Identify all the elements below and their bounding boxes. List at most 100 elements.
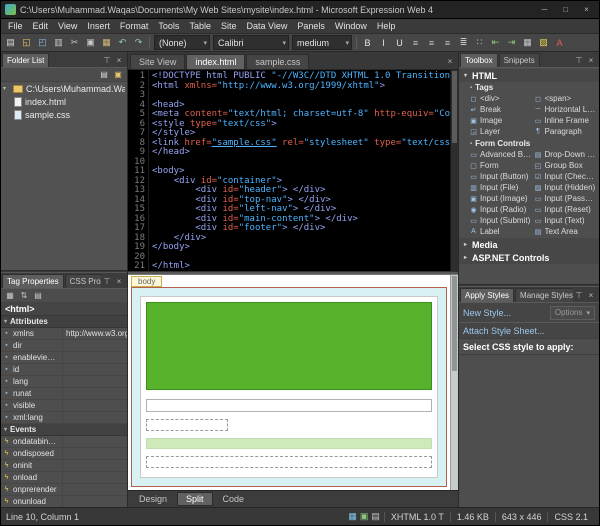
save-icon[interactable]: ◰ (35, 35, 50, 50)
design-left-nav-box[interactable] (146, 419, 228, 431)
bullet-list-icon[interactable]: ∷ (472, 35, 487, 50)
design-top-nav-box[interactable] (146, 399, 432, 412)
options-button[interactable]: Options▾ (550, 306, 595, 320)
file-item-index-html[interactable]: index.html (1, 95, 127, 108)
close-icon[interactable]: × (585, 289, 597, 301)
scrollbar-thumb[interactable] (452, 276, 457, 371)
folder-list-title[interactable]: Folder List (2, 53, 49, 67)
size-dropdown[interactable]: medium▾ (292, 35, 352, 50)
file-item-sample-css[interactable]: sample.css (1, 108, 127, 121)
toolbox-item-paragraph[interactable]: ¶Paragraph (534, 126, 599, 137)
toolbox-section-media[interactable]: ▸Media (459, 238, 599, 251)
menu-item-view[interactable]: View (53, 21, 82, 31)
toolbox-item-inline-frame[interactable]: ▭Inline Frame (534, 115, 599, 126)
set-properties-top-icon[interactable]: ▤ (32, 290, 44, 302)
menu-item-format[interactable]: Format (115, 21, 154, 31)
property-row-onload[interactable]: ϟonload (1, 472, 127, 484)
toolbox-item-input-submit[interactable]: ▭Input (Submit) (469, 215, 534, 226)
toolbox-group-form-controls[interactable]: ▪Form Controls (459, 138, 599, 149)
style-dropdown[interactable]: (None)▾ (154, 35, 210, 50)
toolbox-item-text-area[interactable]: ▤Text Area (534, 226, 599, 237)
design-scrollbar[interactable] (450, 275, 458, 490)
font-color-icon[interactable]: A (552, 35, 567, 50)
align-center-icon[interactable]: ≡ (424, 35, 439, 50)
property-row-enableviewstate[interactable]: ▪enableviewstate (1, 352, 127, 364)
toolbox-item-input-text[interactable]: ▭Input (Text) (534, 215, 599, 226)
toolbox-item-div[interactable]: ◻<div> (469, 93, 534, 104)
redo-icon[interactable]: ↷ (131, 35, 146, 50)
open-icon[interactable]: ◱ (19, 35, 34, 50)
menu-item-panels[interactable]: Panels (292, 21, 330, 31)
print-icon[interactable]: ▥ (51, 35, 66, 50)
property-row-ondisposed[interactable]: ϟondisposed (1, 448, 127, 460)
property-row-dir[interactable]: ▪dir (1, 340, 127, 352)
italic-icon[interactable]: I (376, 35, 391, 50)
property-row-onprerender[interactable]: ϟonprerender (1, 484, 127, 496)
toolbox-item-input-password[interactable]: ▭Input (Password) (534, 193, 599, 204)
body-tag-label[interactable]: body (131, 276, 162, 287)
close-icon[interactable]: × (113, 275, 125, 287)
visual-aids-icon[interactable]: ▦ (348, 511, 357, 522)
new-folder-icon[interactable]: ▣ (112, 69, 124, 81)
code-scrollbar[interactable] (450, 70, 458, 271)
menu-item-window[interactable]: Window (330, 21, 372, 31)
section-attributes[interactable]: ▾Attributes (1, 316, 127, 328)
design-main-content-box[interactable] (146, 438, 432, 449)
pin-icon[interactable]: ⊤ (101, 275, 113, 287)
align-right-icon[interactable]: ≡ (440, 35, 455, 50)
borders-icon[interactable]: ▦ (520, 35, 535, 50)
toolbox-item-input-hidden[interactable]: ▨Input (Hidden) (534, 182, 599, 193)
toolbox-item-input-checkbox[interactable]: ☑Input (Checkbox) (534, 171, 599, 182)
toolbox-item-label[interactable]: ALabel (469, 226, 534, 237)
section-events[interactable]: ▾Events (1, 424, 127, 436)
menu-item-site[interactable]: Site (216, 21, 242, 31)
minimize-button[interactable]: ─ (536, 3, 553, 16)
new-style-link[interactable]: New Style... (463, 308, 511, 318)
menu-item-data-view[interactable]: Data View (241, 21, 292, 31)
property-row-runat[interactable]: ▪runat (1, 388, 127, 400)
attach-style-sheet-link[interactable]: Attach Style Sheet... (463, 326, 545, 336)
toolbox-item-drop-down-box[interactable]: ▤Drop-Down Box (534, 149, 599, 160)
property-row-oninit[interactable]: ϟoninit (1, 460, 127, 472)
menu-item-tools[interactable]: Tools (153, 21, 184, 31)
tab-snippets[interactable]: Snippets (499, 53, 540, 67)
toolbox-item-form[interactable]: ▢Form (469, 160, 534, 171)
toolbox-item-horizontal-line[interactable]: ─Horizontal Line (534, 104, 599, 115)
new-page-icon[interactable]: ▤ (3, 35, 18, 50)
tab-tag-properties[interactable]: Tag Properties (2, 274, 64, 288)
toolbox-section-asp-net-controls[interactable]: ▸ASP.NET Controls (459, 251, 599, 264)
indent-icon[interactable]: ⇥ (504, 35, 519, 50)
copy-icon[interactable]: ▣ (83, 35, 98, 50)
new-page-icon[interactable]: ▤ (98, 69, 110, 81)
outdent-icon[interactable]: ⇤ (488, 35, 503, 50)
pin-icon[interactable]: ⊤ (573, 289, 585, 301)
design-footer-box[interactable] (146, 456, 432, 468)
toolbox-item-input-reset[interactable]: ▭Input (Reset) (534, 204, 599, 215)
property-row-visible[interactable]: ▪visible (1, 400, 127, 412)
design-container-box[interactable] (140, 296, 438, 478)
tab-toolbox[interactable]: Toolbox (460, 53, 498, 67)
pin-icon[interactable]: ⊤ (101, 54, 113, 66)
menu-item-insert[interactable]: Insert (82, 21, 115, 31)
pin-icon[interactable]: ⊤ (573, 54, 585, 66)
cut-icon[interactable]: ✂ (67, 35, 82, 50)
design-header-box[interactable] (146, 302, 432, 390)
menu-item-file[interactable]: File (3, 21, 28, 31)
design-page[interactable] (131, 287, 447, 487)
numbered-list-icon[interactable]: ≣ (456, 35, 471, 50)
tab-css-properties[interactable]: CSS Properties (65, 274, 101, 288)
property-row-id[interactable]: ▪id (1, 364, 127, 376)
view-tab-design[interactable]: Design (130, 492, 176, 506)
scrollbar-thumb[interactable] (452, 71, 457, 143)
code-pane[interactable]: 123456789101112131415161718192021 <!DOCT… (128, 70, 458, 271)
close-button[interactable]: × (578, 3, 595, 16)
underline-icon[interactable]: U (392, 35, 407, 50)
font-dropdown[interactable]: Calibri▾ (213, 35, 289, 50)
view-tab-code[interactable]: Code (214, 492, 254, 506)
view-tab-split[interactable]: Split (177, 492, 213, 506)
bold-icon[interactable]: B (360, 35, 375, 50)
tab-index-html[interactable]: index.html (186, 54, 245, 69)
folder-tree[interactable]: ▾C:\Users\Muhammad.Waqas\Documents\My We… (1, 82, 127, 270)
alphabetical-icon[interactable]: ⇅ (18, 290, 30, 302)
folder-root-item[interactable]: ▾C:\Users\Muhammad.Waqas\Documents\My We… (1, 82, 127, 95)
